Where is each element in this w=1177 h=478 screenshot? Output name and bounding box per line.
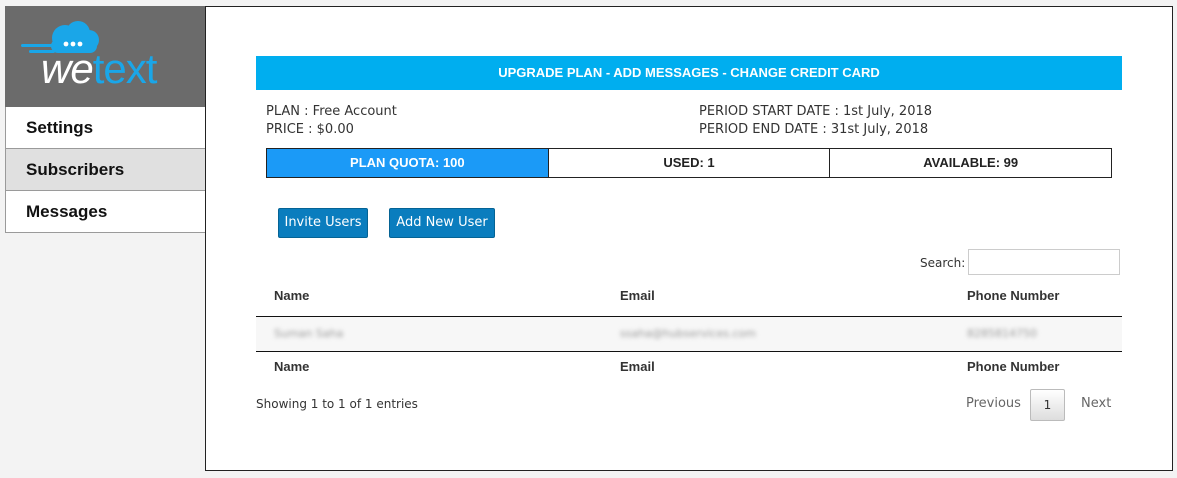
column-header-phone[interactable]: Phone Number xyxy=(967,281,1059,311)
price-label: PRICE : xyxy=(266,122,313,137)
available-cell: AVAILABLE: 99 xyxy=(829,148,1113,178)
main-panel: UPGRADE PLAN - ADD MESSAGES - CHANGE CRE… xyxy=(205,6,1173,471)
used-cell: USED: 1 xyxy=(547,148,831,178)
logo-text-we: we xyxy=(41,45,94,92)
sidebar-item-messages[interactable]: Messages xyxy=(5,191,206,233)
period-end-row: PERIOD END DATE : 31st July, 2018 xyxy=(699,121,932,139)
add-new-user-button[interactable]: Add New User xyxy=(389,208,495,238)
plan-value: Free Account xyxy=(312,104,397,119)
cell-name: Suman Saha xyxy=(274,327,344,340)
column-header-email[interactable]: Email xyxy=(620,281,655,311)
logo-text: wetext xyxy=(41,45,158,92)
table-footer-header: Name Email Phone Number xyxy=(256,352,1122,387)
pagination-previous[interactable]: Previous xyxy=(966,388,1021,420)
users-table: Name Email Phone Number Suman Saha ssaha… xyxy=(256,281,1122,387)
price-value: $0.00 xyxy=(316,122,354,137)
cell-phone: 8285814750 xyxy=(967,327,1037,340)
sidebar: wetext wetext Settings Subscribers Messa… xyxy=(5,6,206,233)
period-start-value: 1st July, 2018 xyxy=(843,104,933,119)
cell-email: ssaha@hubservices.com xyxy=(620,327,756,340)
logo-text-text: text xyxy=(92,45,158,92)
column-header-name[interactable]: Name xyxy=(274,281,309,311)
table-header: Name Email Phone Number xyxy=(256,281,1122,317)
pagination-page-1[interactable]: 1 xyxy=(1030,389,1065,421)
quota-summary: PLAN QUOTA: 100 USED: 1 AVAILABLE: 99 xyxy=(266,148,1113,178)
price-row: PRICE : $0.00 xyxy=(266,121,397,139)
plan-quota-cell: PLAN QUOTA: 100 xyxy=(266,148,549,178)
footer-column-email: Email xyxy=(620,359,655,374)
logo: wetext wetext xyxy=(5,6,205,107)
entries-info: Showing 1 to 1 of 1 entries xyxy=(256,397,418,411)
sidebar-item-settings[interactable]: Settings xyxy=(5,107,206,149)
search-input[interactable] xyxy=(968,249,1120,275)
footer-column-name: Name xyxy=(274,359,310,374)
footer-column-phone: Phone Number xyxy=(967,359,1060,374)
plan-row: PLAN : Free Account xyxy=(266,103,397,121)
invite-users-button[interactable]: Invite Users xyxy=(278,208,368,238)
upgrade-plan-bar[interactable]: UPGRADE PLAN - ADD MESSAGES - CHANGE CRE… xyxy=(256,56,1122,90)
period-start-row: PERIOD START DATE : 1st July, 2018 xyxy=(699,103,932,121)
search-label: Search: xyxy=(920,256,966,270)
period-info: PERIOD START DATE : 1st July, 2018 PERIO… xyxy=(699,103,932,139)
sidebar-item-subscribers[interactable]: Subscribers xyxy=(5,149,206,191)
plan-info: PLAN : Free Account PRICE : $0.00 xyxy=(266,103,397,139)
period-end-label: PERIOD END DATE : xyxy=(699,122,827,137)
plan-label: PLAN : xyxy=(266,104,309,119)
pagination-next[interactable]: Next xyxy=(1081,388,1111,420)
table-row[interactable]: Suman Saha ssaha@hubservices.com 8285814… xyxy=(256,317,1122,352)
period-start-label: PERIOD START DATE : xyxy=(699,104,839,119)
period-end-value: 31st July, 2018 xyxy=(830,122,929,137)
